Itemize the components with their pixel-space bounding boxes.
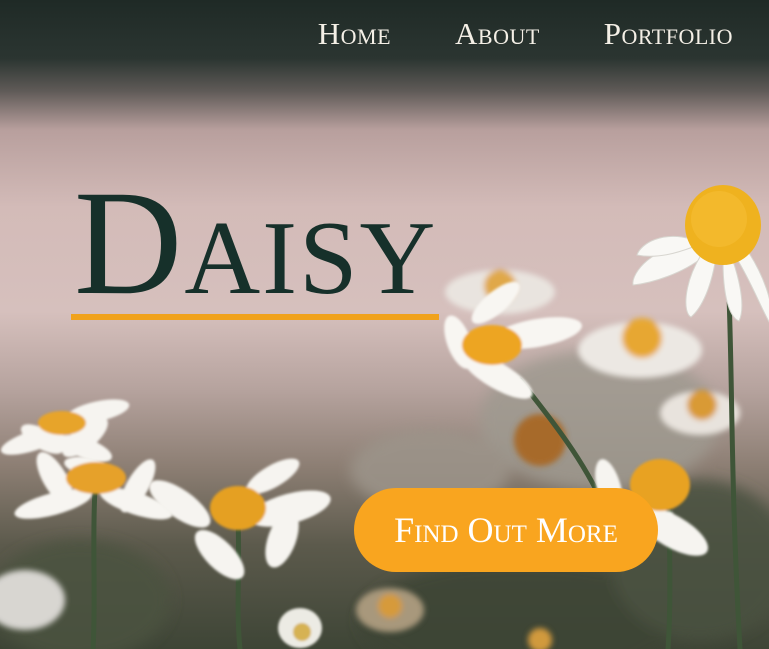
page-title: Daisy [74, 160, 438, 326]
nav-link-home[interactable]: Home [318, 14, 391, 54]
find-out-more-button[interactable]: Find Out More [354, 488, 658, 572]
hero-brand: Daisy [71, 160, 439, 326]
nav-link-about[interactable]: About [455, 14, 540, 54]
hero-section: Home About Portfolio Daisy Find Out More [0, 0, 769, 649]
main-navigation: Home About Portfolio [318, 14, 733, 54]
nav-link-portfolio[interactable]: Portfolio [604, 14, 733, 54]
